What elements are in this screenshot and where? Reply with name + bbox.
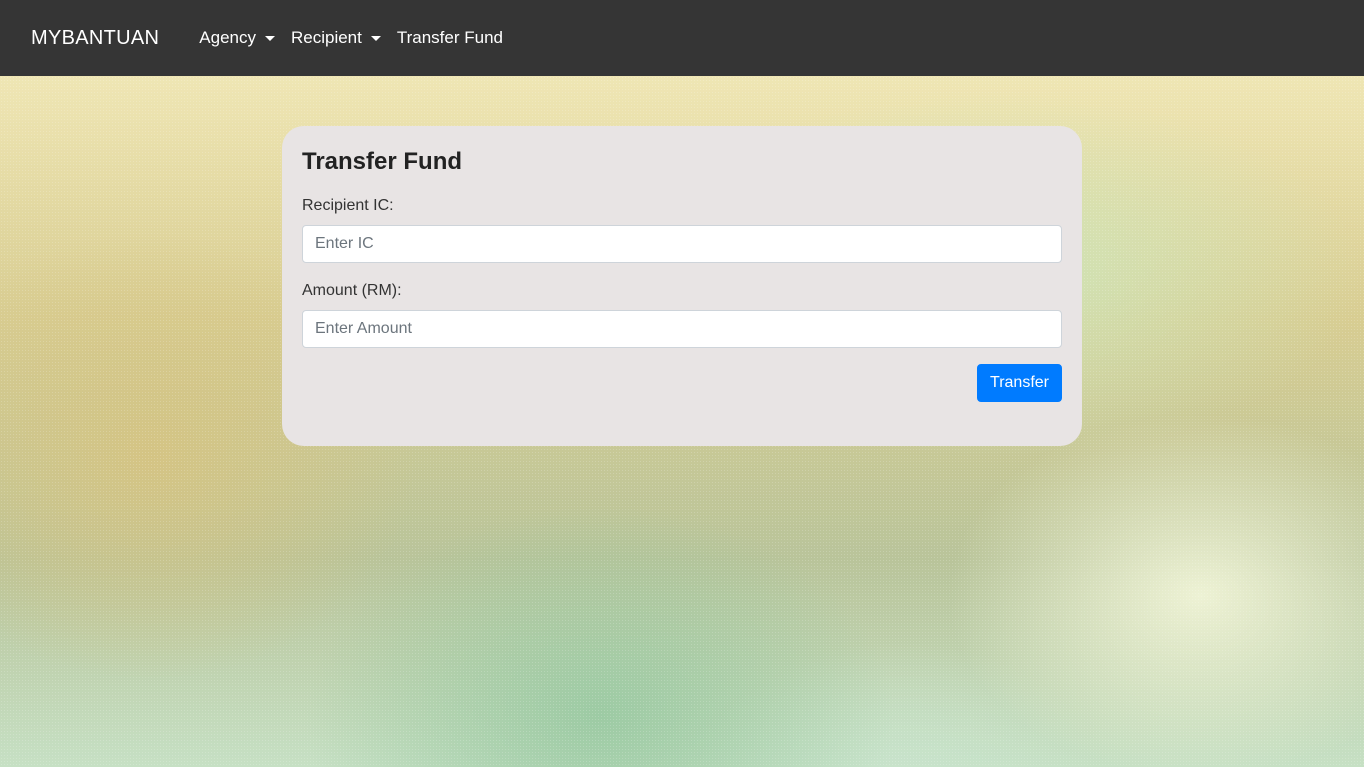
card-title: Transfer Fund <box>302 148 463 175</box>
form-actions: Transfer <box>302 364 1062 402</box>
nav-recipient-dropdown[interactable]: Recipient <box>291 28 381 48</box>
nav-transfer-fund-label: Transfer Fund <box>396 28 503 47</box>
caret-down-icon <box>370 35 381 41</box>
transfer-fund-card: Transfer Fund Recipient IC: Amount (RM):… <box>282 126 1082 446</box>
nav-recipient-label: Recipient <box>290 28 362 47</box>
caret-down-icon <box>264 35 275 41</box>
recipient-ic-input[interactable] <box>302 225 1062 263</box>
amount-label: Amount (RM): <box>302 282 402 299</box>
nav-transfer-fund-link[interactable]: Transfer Fund <box>397 28 503 48</box>
nav-agency-dropdown[interactable]: Agency <box>199 28 275 48</box>
nav-agency-label: Agency <box>199 28 256 47</box>
amount-input[interactable] <box>302 310 1062 348</box>
brand-link[interactable]: MYBANTUAN <box>31 27 159 50</box>
top-navbar: MYBANTUAN Agency Recipient Transfer Fund <box>0 0 1364 76</box>
transfer-button[interactable]: Transfer <box>977 364 1062 402</box>
recipient-ic-label: Recipient IC: <box>302 197 394 214</box>
